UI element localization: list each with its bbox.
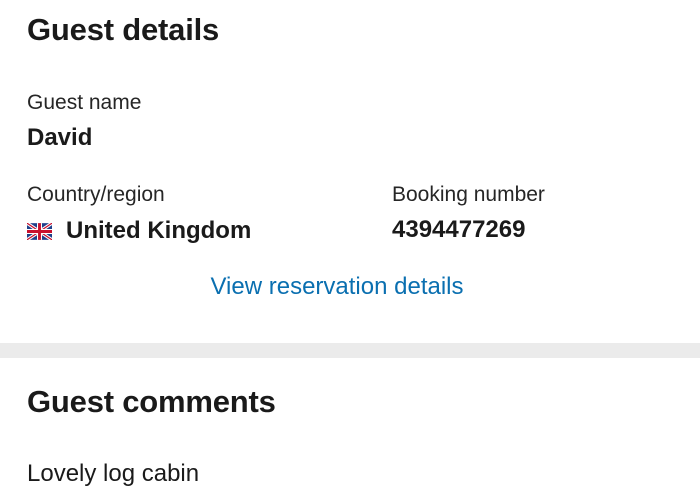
section-divider <box>0 343 700 358</box>
guest-comment-text: Lovely log cabin <box>27 460 200 487</box>
country-row: United Kingdom <box>27 215 251 247</box>
guest-details-section: Guest details Guest name David Country/r… <box>0 0 700 343</box>
view-reservation-details-link[interactable]: View reservation details <box>0 273 674 301</box>
guest-name-value: David <box>27 124 93 151</box>
booking-number-value: 4394477269 <box>392 216 526 243</box>
country-value: United Kingdom <box>66 217 252 244</box>
guest-name-label: Guest name <box>27 91 142 114</box>
booking-number-label: Booking number <box>392 183 545 206</box>
uk-flag-icon <box>27 222 52 240</box>
guest-comments-heading: Guest comments <box>27 384 276 419</box>
guest-details-heading: Guest details <box>27 12 220 47</box>
country-label: Country/region <box>27 183 165 206</box>
guest-comments-section: Guest comments Lovely log cabin <box>0 358 700 500</box>
